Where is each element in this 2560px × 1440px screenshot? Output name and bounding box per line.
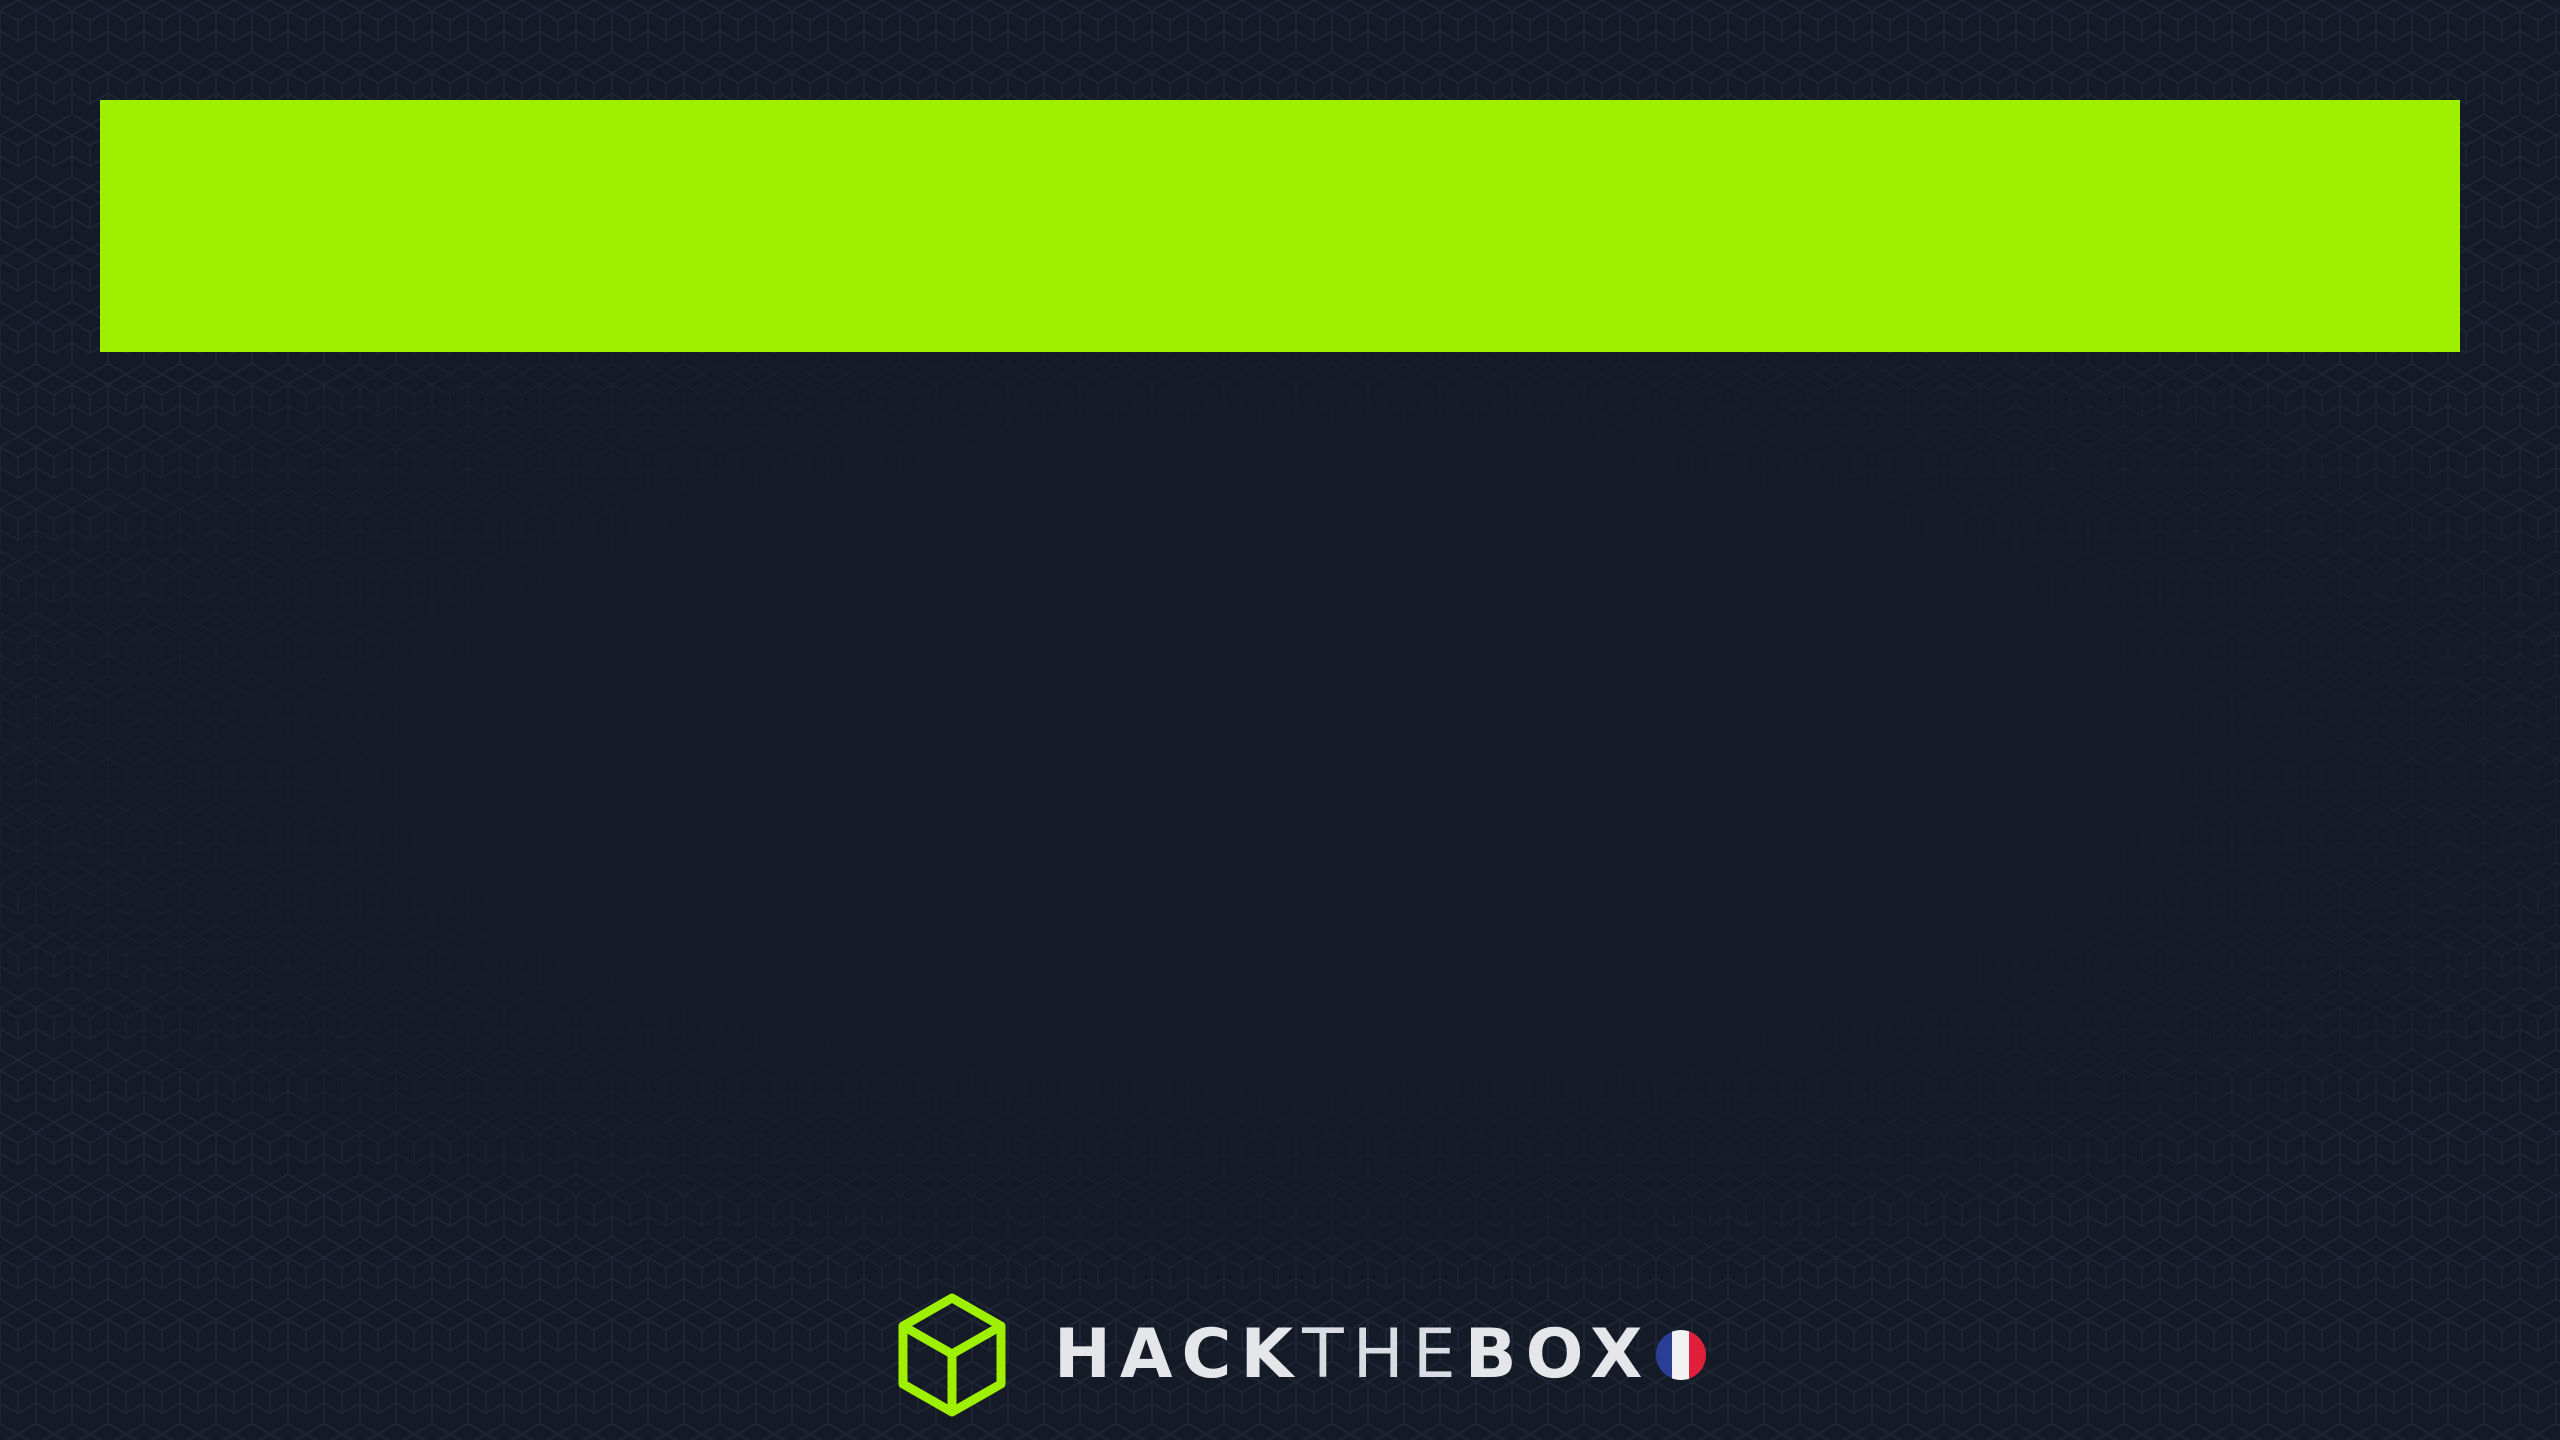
france-flag-icon <box>1656 1330 1707 1380</box>
logo-wordmark: HACK THE BOX <box>1054 1321 1651 1389</box>
hackthebox-logo: HACK THE BOX <box>896 1292 1707 1418</box>
cube-logo-icon <box>898 1293 1006 1417</box>
wordmark-the: THE <box>1302 1315 1465 1394</box>
wordmark-hack: HACK <box>1054 1315 1303 1394</box>
wordmark-box: BOX <box>1464 1315 1652 1394</box>
green-banner <box>100 100 2460 352</box>
